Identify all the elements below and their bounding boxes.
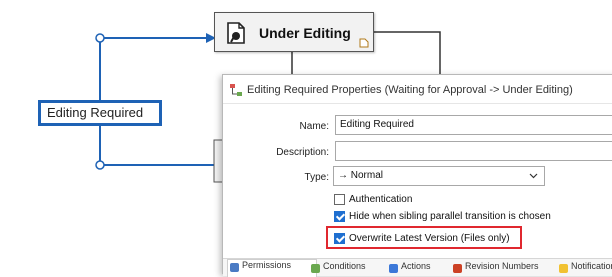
transition-label[interactable]: Editing Required [38,100,162,126]
tab-conditions[interactable]: Conditions [309,261,366,276]
state-title: Under Editing [259,25,351,41]
description-label: Description: [276,147,329,158]
name-field[interactable]: Editing Required [335,115,612,135]
chevron-down-icon [529,173,538,179]
authentication-checkbox[interactable] [334,194,345,205]
title-separator [223,103,612,104]
dialog-tabs: Permissions Conditions Actions Revision … [223,258,612,277]
tab-notifications[interactable]: Notifications [557,261,612,276]
document-edit-icon [227,22,245,44]
tab-revision-numbers[interactable]: Revision Numbers [451,261,539,276]
hide-sibling-label: Hide when sibling parallel transition is… [349,211,551,222]
dialog-title: Editing Required Properties (Waiting for… [247,84,573,96]
type-select[interactable]: → Normal [333,166,545,186]
tab-notifications-label: Notifications [571,261,612,271]
type-label: Type: [304,172,329,183]
state-under-editing[interactable]: Under Editing [214,12,374,52]
notifications-icon [559,264,568,273]
transition-icon [230,84,242,96]
file-corner-icon [359,38,369,48]
overwrite-highlight-box [326,226,522,249]
tab-actions-label: Actions [401,261,431,271]
tab-permissions-label: Permissions [242,260,292,270]
name-label: Name: [299,121,329,132]
type-value: → Normal [338,170,384,181]
tab-conditions-label: Conditions [323,261,366,271]
authentication-label: Authentication [349,194,413,205]
permissions-icon [230,263,239,272]
conditions-icon [311,264,320,273]
actions-icon [389,264,398,273]
tab-permissions[interactable]: Permissions [227,259,317,277]
tab-revision-numbers-label: Revision Numbers [465,261,539,271]
tab-actions[interactable]: Actions [387,261,431,276]
description-field[interactable] [335,141,612,161]
revision-numbers-icon [453,264,462,273]
hide-sibling-checkbox[interactable] [334,211,345,222]
